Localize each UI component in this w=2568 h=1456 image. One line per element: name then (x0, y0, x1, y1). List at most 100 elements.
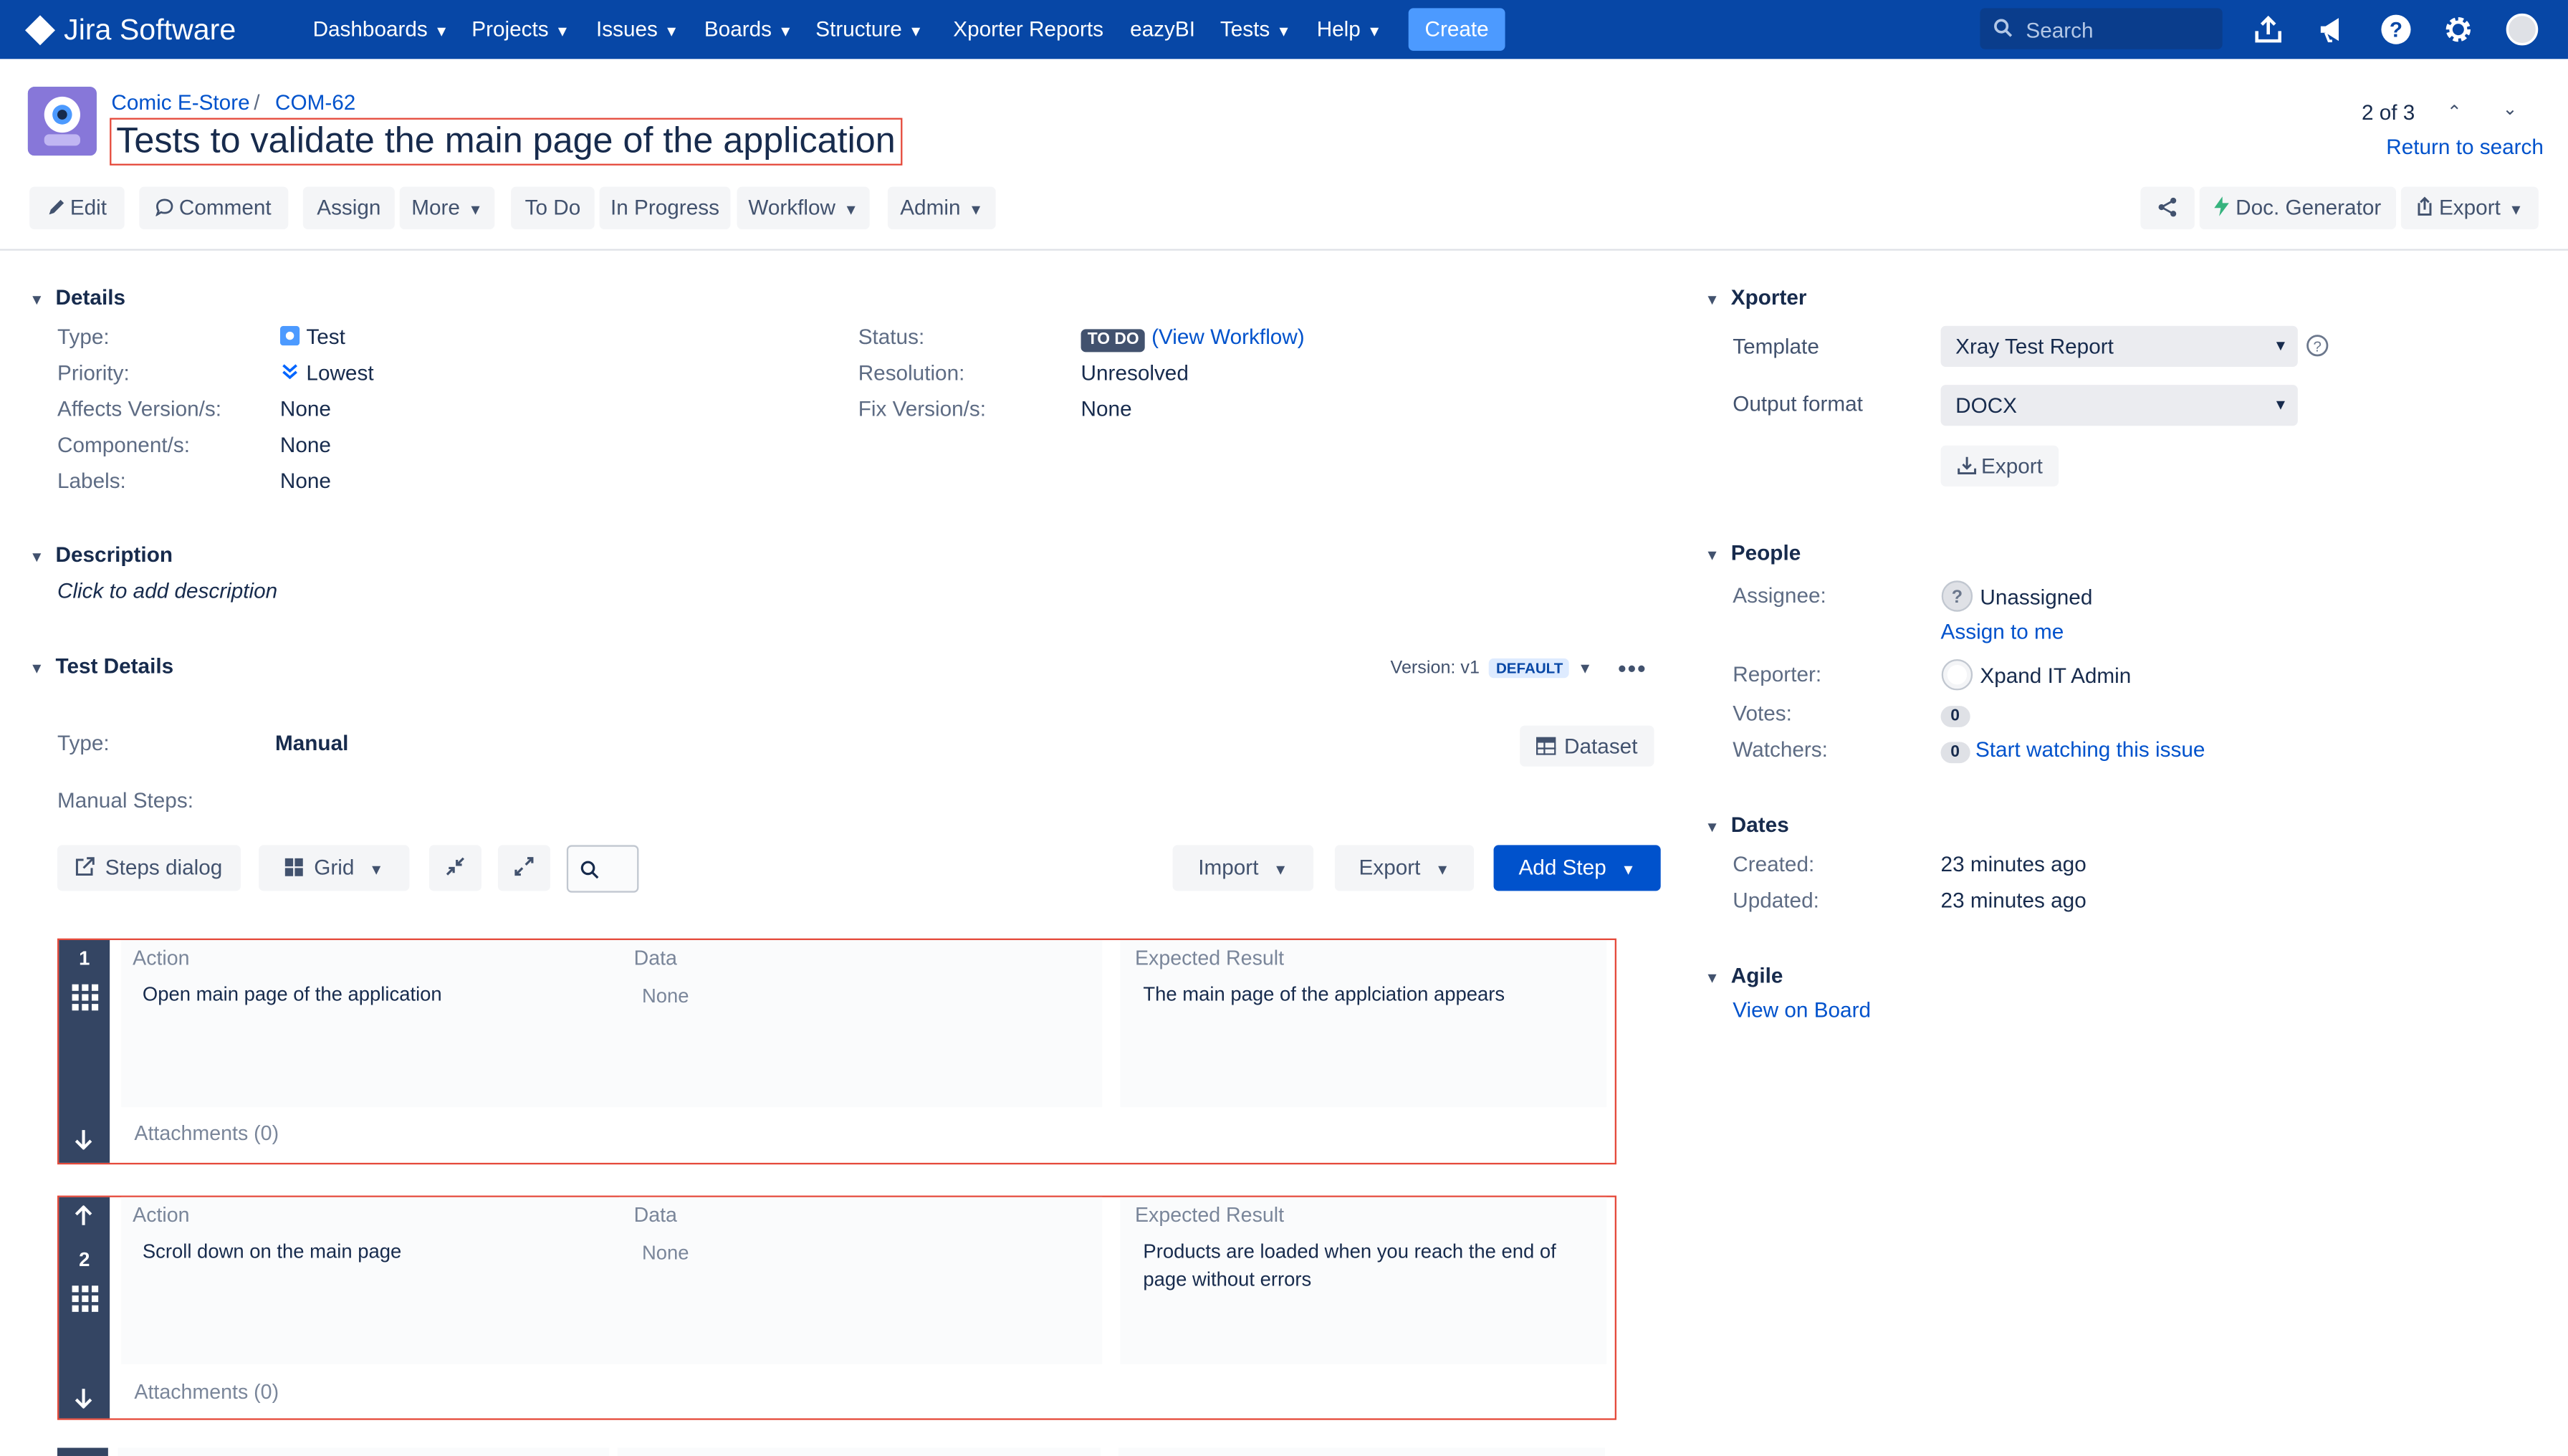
xporter-section-toggle[interactable]: ▼ Xporter (1705, 285, 1806, 310)
assign-button[interactable]: Assign (302, 186, 395, 229)
expand-steps-button[interactable] (497, 845, 550, 891)
step-data-text: None (641, 1241, 689, 1265)
dates-section-toggle[interactable]: ▼ Dates (1705, 813, 1788, 837)
issue-title[interactable]: Tests to validate the main page of the a… (110, 118, 902, 166)
step-attachments[interactable]: Attachments (0) (134, 1122, 279, 1145)
votes-value[interactable]: 0 (1940, 701, 1970, 727)
table-icon (1536, 737, 1556, 755)
more-options-icon[interactable]: ••• (1618, 655, 1647, 681)
step-action-cell[interactable]: Action Open main page of the application (121, 939, 670, 1108)
drag-handle-icon[interactable] (72, 984, 99, 1011)
chevron-down-icon: ▼ (29, 660, 44, 676)
step-expected-cell[interactable]: Expected Result Products are loaded when… (1120, 1197, 1607, 1364)
assign-to-me-link[interactable]: Assign to me (1941, 619, 2064, 643)
to-do-button[interactable]: To Do (511, 186, 595, 229)
doc-generator-button[interactable]: Doc. Generator (2199, 186, 2396, 229)
test-step-row[interactable]: 1 Action Open main page of the applicati… (57, 938, 1616, 1165)
description-placeholder[interactable]: Click to add description (57, 578, 277, 603)
status-label: Status: (858, 324, 925, 349)
data-header: Data (633, 947, 677, 970)
nav-menu-structure[interactable]: Structure ▼ (815, 16, 923, 41)
in-progress-button[interactable]: In Progress (599, 186, 731, 229)
drag-handle-icon[interactable] (72, 1285, 99, 1312)
step-data-cell[interactable]: Data None (618, 939, 1103, 1108)
steps-search-input[interactable] (566, 845, 639, 893)
step-action-cell[interactable]: Action Scroll down on the main page (121, 1197, 670, 1364)
assignee-label: Assignee: (1733, 583, 1826, 608)
nav-menu-label: Issues (595, 16, 658, 42)
affects-version-label: Affects Version/s: (57, 396, 222, 421)
nav-menu-boards[interactable]: Boards ▼ (704, 16, 793, 41)
description-section-toggle[interactable]: ▼ Description (29, 542, 173, 567)
more-button[interactable]: More ▼ (399, 186, 495, 229)
avatar[interactable] (2506, 13, 2539, 46)
nav-menu-tests[interactable]: Tests ▼ (1220, 16, 1291, 41)
chevron-down-icon[interactable]: ⌄ (2503, 98, 2518, 119)
step-attachments[interactable]: Attachments (0) (134, 1381, 279, 1404)
people-section-toggle[interactable]: ▼ People (1705, 540, 1801, 565)
test-details-section-toggle[interactable]: ▼ Test Details (29, 653, 173, 678)
move-up-arrow-icon[interactable] (74, 1205, 93, 1227)
view-workflow-link[interactable]: View Workflow (1159, 325, 1298, 349)
upload-icon[interactable] (2252, 13, 2285, 46)
fix-version-value: None (1081, 396, 1132, 421)
details-section-toggle[interactable]: ▼ Details (29, 285, 125, 310)
breadcrumb-project[interactable]: Comic E-Store (111, 90, 249, 115)
action-header: Action (133, 1203, 190, 1227)
chevron-down-icon: ▼ (2273, 337, 2289, 354)
nav-menu-dashboards[interactable]: Dashboards ▼ (313, 16, 449, 41)
megaphone-icon[interactable] (2316, 13, 2349, 46)
gear-icon[interactable] (2442, 13, 2475, 46)
step-expected-cell[interactable]: Expected Result The main page of the app… (1120, 939, 1607, 1108)
admin-button[interactable]: Admin ▼ (887, 186, 996, 229)
workflow-button[interactable]: Workflow ▼ (737, 186, 870, 229)
nav-menu-label: Boards (704, 16, 772, 42)
pencil-icon (49, 199, 64, 215)
nav-link-eazybi[interactable]: eazyBI (1130, 16, 1195, 41)
grid-view-button[interactable]: Grid ▼ (259, 845, 410, 891)
chevron-down-icon: ▼ (29, 548, 44, 565)
export-menu-button[interactable]: Export ▼ (2400, 186, 2539, 229)
project-avatar[interactable] (27, 87, 97, 156)
view-on-board-link[interactable]: View on Board (1733, 997, 1871, 1022)
share-button[interactable] (2140, 186, 2195, 229)
output-format-select[interactable]: DOCX ▼ (1940, 385, 2298, 426)
move-down-arrow-icon[interactable] (74, 1129, 93, 1150)
search-icon (580, 861, 599, 879)
manual-steps-label: Manual Steps: (57, 787, 193, 813)
return-to-search-link[interactable]: Return to search (2386, 134, 2544, 158)
header-divider (0, 249, 2568, 251)
add-step-button[interactable]: Add Step ▼ (1493, 845, 1661, 891)
jira-logo[interactable]: Jira Software (24, 13, 236, 47)
dataset-button[interactable]: Dataset (1520, 725, 1654, 767)
step-expected-text: Products are loaded when you reach the e… (1143, 1240, 1556, 1291)
steps-export-button[interactable]: Export ▼ (1334, 845, 1475, 891)
reporter-label: Reporter: (1733, 661, 1822, 686)
step-data-cell[interactable]: Data None (618, 1197, 1103, 1364)
collapse-icon (446, 857, 464, 876)
comment-button[interactable]: Comment (139, 186, 289, 229)
collapse-steps-button[interactable] (428, 845, 481, 891)
breadcrumb-issue-key[interactable]: COM-62 (275, 90, 355, 115)
template-select[interactable]: Xray Test Report ▼ (1940, 325, 2298, 367)
updated-value: 23 minutes ago (1940, 887, 2086, 913)
nav-menu-projects[interactable]: Projects ▼ (471, 16, 570, 41)
xporter-export-button[interactable]: Export (1940, 445, 2059, 487)
start-watching-link[interactable]: Start watching this issue (1975, 737, 2205, 762)
move-down-arrow-icon[interactable] (74, 1387, 93, 1409)
help-icon[interactable]: ? (2306, 334, 2329, 357)
test-step-row[interactable]: 2 Action Scroll down on the main page Da… (57, 1195, 1616, 1420)
chevron-up-icon[interactable]: ⌃ (2447, 102, 2462, 123)
create-button[interactable]: Create (1408, 8, 1505, 51)
help-icon[interactable]: ? (2380, 13, 2413, 46)
nav-menu-label: Projects (471, 16, 549, 42)
agile-section-toggle[interactable]: ▼ Agile (1705, 963, 1783, 987)
nav-menu-help[interactable]: Help ▼ (1317, 16, 1382, 41)
import-button[interactable]: Import ▼ (1172, 845, 1314, 891)
search-input[interactable]: Search (1980, 8, 2223, 49)
nav-menu-issues[interactable]: Issues ▼ (596, 16, 679, 41)
nav-link-xporter-reports[interactable]: Xporter Reports (953, 16, 1103, 41)
steps-dialog-button[interactable]: Steps dialog (57, 845, 241, 891)
edit-button[interactable]: Edit (29, 186, 125, 229)
version-selector[interactable]: Version: v1 DEFAULT ▼ (1391, 658, 1592, 679)
